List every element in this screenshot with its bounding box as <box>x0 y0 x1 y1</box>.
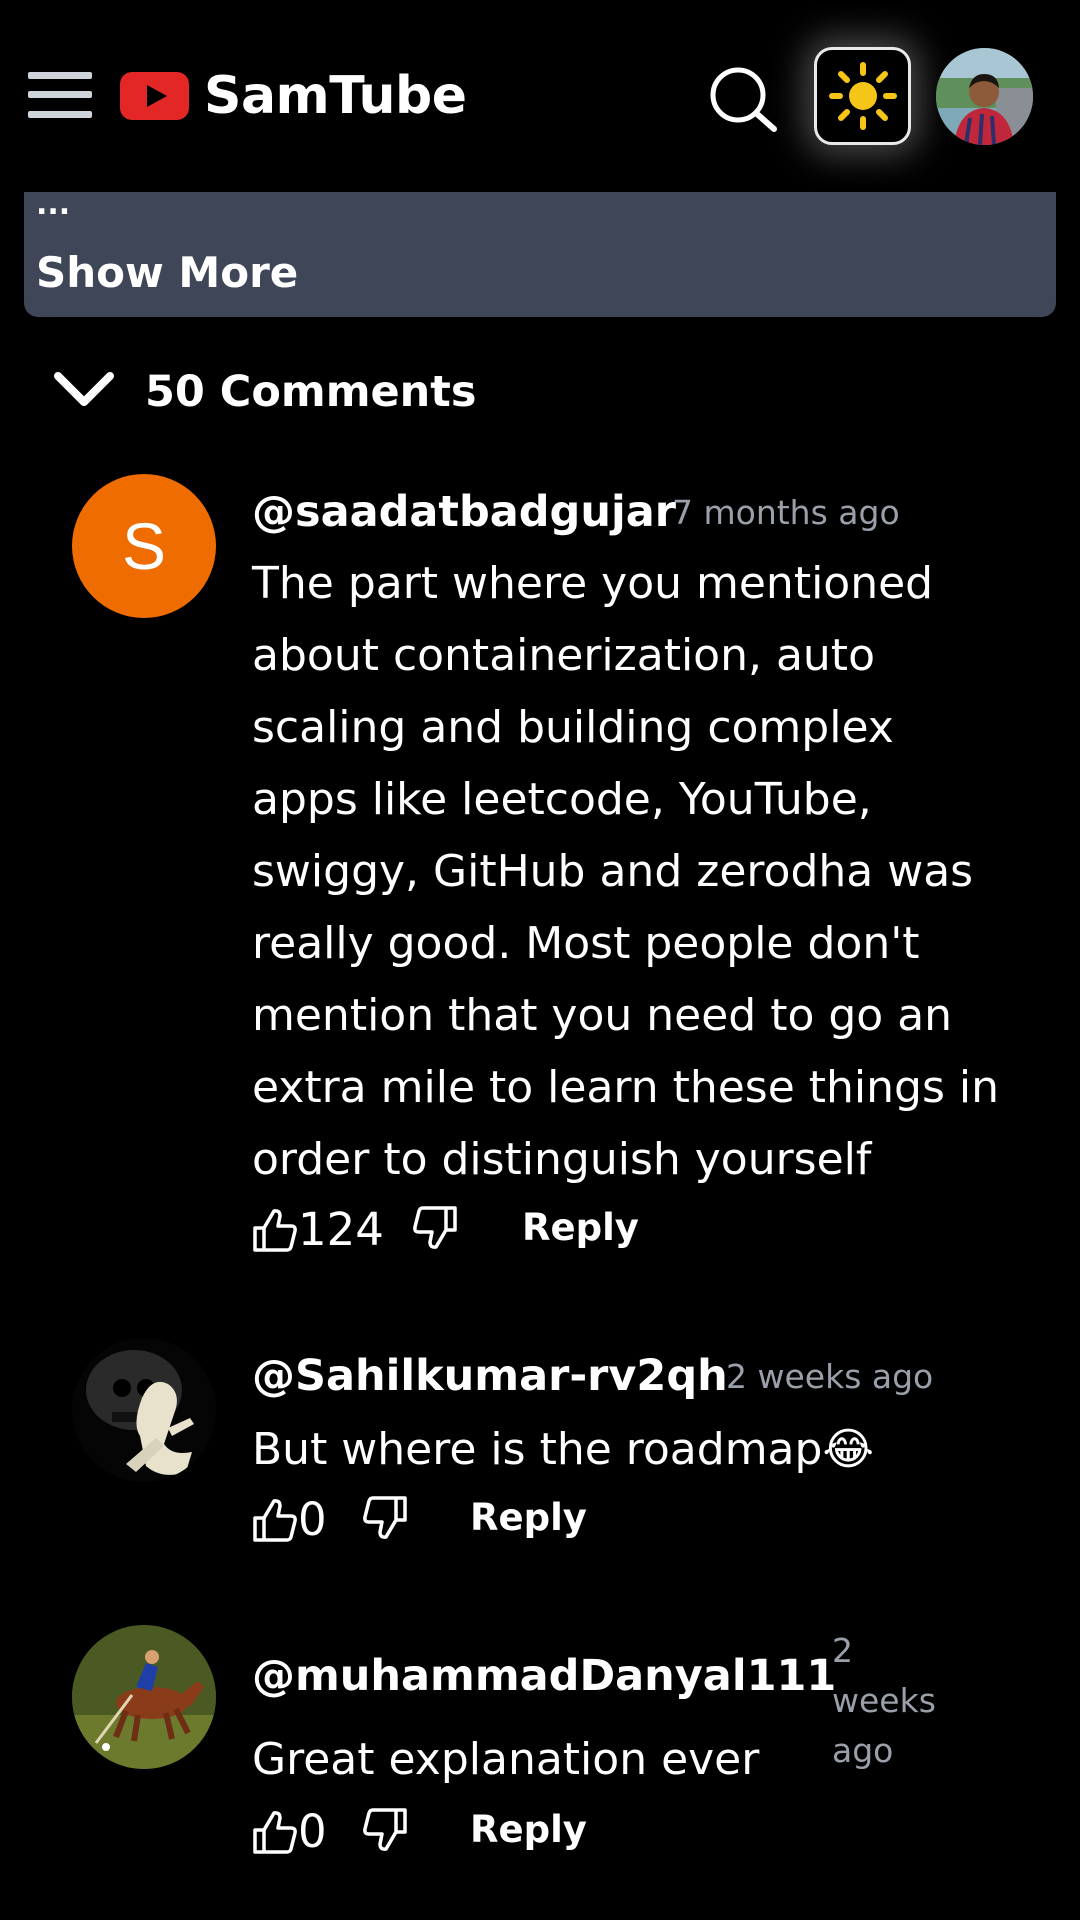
comment-text: Great explanation ever <box>252 1734 760 1785</box>
comment-avatar[interactable] <box>72 1338 216 1482</box>
like-count: 0 <box>298 1805 327 1858</box>
reply-button[interactable]: Reply <box>522 1200 639 1256</box>
thumbs-up-icon <box>253 1811 297 1854</box>
comment-author[interactable]: @muhammadDanyal111 <box>252 1650 836 1702</box>
show-more-button[interactable]: Show More <box>36 248 298 298</box>
sun-icon <box>828 62 897 130</box>
like-button[interactable]: 0 <box>252 1490 327 1550</box>
comment-timestamp: 2 weeks ago <box>726 1357 934 1396</box>
comment-author[interactable]: @Sahilkumar-rv2qh <box>252 1350 728 1402</box>
description-ellipsis: ... <box>36 187 71 222</box>
comments-count: 50 Comments <box>145 367 477 417</box>
thumbs-up-icon <box>253 1499 297 1542</box>
like-button[interactable]: 124 <box>252 1200 384 1260</box>
reply-button[interactable]: Reply <box>470 1490 587 1546</box>
samtube-logo-icon[interactable] <box>120 72 189 120</box>
thumbs-down-icon[interactable] <box>362 1494 408 1542</box>
theme-toggle-button[interactable] <box>814 47 911 145</box>
comment-text: The part where you mentioned about conta… <box>252 558 999 1185</box>
like-count: 124 <box>298 1203 384 1256</box>
reply-button[interactable]: Reply <box>470 1802 587 1858</box>
thumbs-up-icon <box>253 1209 297 1252</box>
comment-avatar[interactable]: S <box>72 474 216 618</box>
comment-text: But where is the roadmap😂 <box>252 1424 874 1475</box>
comment-avatar[interactable] <box>72 1625 216 1769</box>
brand-name[interactable]: SamTube <box>204 66 467 126</box>
comment-author[interactable]: @saadatbadgujar <box>252 486 676 538</box>
top-navigation-bar: SamTube <box>0 0 1080 192</box>
user-avatar[interactable] <box>936 48 1033 145</box>
thumbs-down-icon[interactable] <box>362 1806 408 1854</box>
thumbs-down-icon[interactable] <box>412 1204 458 1252</box>
avatar-letter: S <box>121 509 167 583</box>
like-button[interactable]: 0 <box>252 1802 327 1862</box>
hamburger-menu-icon[interactable] <box>28 70 92 120</box>
like-count: 0 <box>298 1493 327 1546</box>
chevron-down-icon <box>54 372 114 406</box>
search-icon[interactable] <box>708 66 778 132</box>
comment-timestamp: 7 months ago <box>672 493 900 532</box>
comments-toggle[interactable]: 50 Comments <box>52 358 672 428</box>
